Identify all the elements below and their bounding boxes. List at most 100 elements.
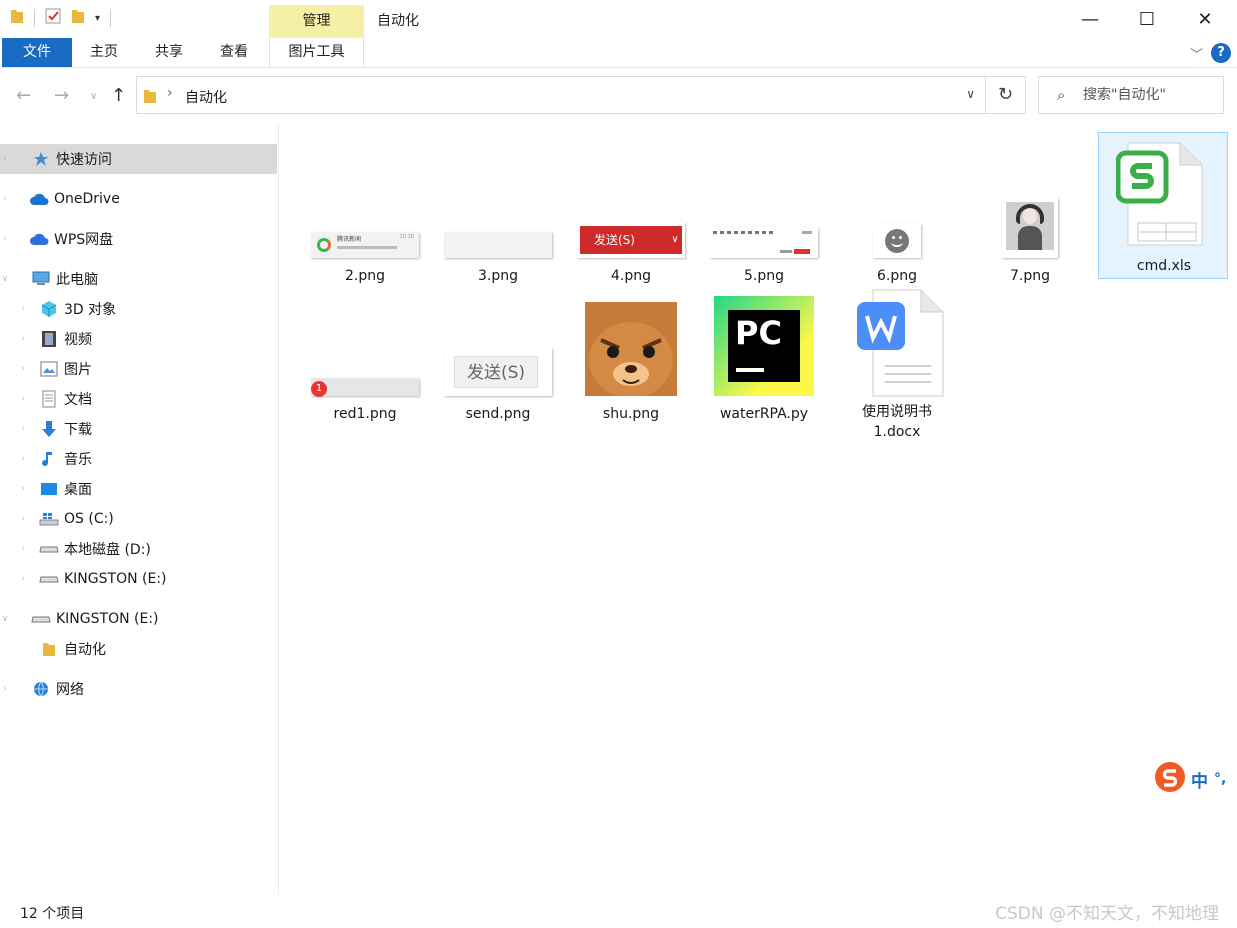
expand-ribbon-icon[interactable]: ﹀ — [1190, 44, 1203, 63]
drive-icon — [38, 540, 60, 558]
tab-view[interactable]: 查看 — [208, 38, 260, 67]
ime-indicator[interactable]: 中 °, — [1150, 761, 1237, 797]
new-folder-icon[interactable] — [71, 8, 85, 28]
forward-button[interactable]: → — [54, 85, 69, 106]
drive-icon — [38, 570, 60, 588]
sidebar-item-pictures[interactable]: › 图片 — [0, 354, 277, 384]
back-button[interactable]: ← — [16, 85, 31, 106]
file-item[interactable]: PC waterRPA.py — [699, 288, 829, 443]
sidebar-item-kingston-e-pc[interactable]: › KINGSTON (E:) — [0, 564, 277, 594]
sidebar-item-3d-objects[interactable]: › 3D 对象 — [0, 294, 277, 324]
address-bar[interactable]: › 自动化 ∨ — [136, 76, 986, 114]
star-icon — [30, 150, 52, 168]
file-item[interactable]: 3.png — [433, 133, 563, 288]
thumb-caption: PC — [735, 314, 782, 352]
sidebar-item-kingston-e[interactable]: ∨ KINGSTON (E:) — [0, 604, 277, 634]
image-thumbnail — [832, 193, 962, 258]
search-box[interactable]: ⌕ — [1038, 76, 1224, 114]
expand-chevron-icon[interactable]: › — [18, 424, 28, 434]
expand-chevron-icon[interactable]: › — [18, 364, 28, 374]
sidebar-item-videos[interactable]: › 视频 — [0, 324, 277, 354]
expand-chevron-icon[interactable]: › — [0, 684, 10, 694]
document-icon — [38, 390, 60, 408]
sidebar-item-local-disk-d[interactable]: › 本地磁盘 (D:) — [0, 534, 277, 564]
sidebar-item-automation-folder[interactable]: 自动化 — [0, 634, 277, 664]
tab-picture-tools[interactable]: 图片工具 — [269, 38, 364, 67]
spreadsheet-file-icon — [1099, 139, 1229, 251]
desktop-icon — [38, 480, 60, 498]
search-input[interactable] — [1083, 85, 1219, 105]
expand-chevron-icon[interactable]: › — [18, 484, 28, 494]
close-icon: ✕ — [1197, 8, 1213, 30]
manage-context-tab[interactable]: 管理 — [269, 5, 364, 38]
sidebar-item-label: 文档 — [64, 392, 92, 408]
file-item[interactable]: cmd.xls — [1098, 132, 1228, 279]
up-button[interactable]: ↑ — [111, 85, 126, 106]
status-bar: 12 个项目 CSDN @不知天文，不知地理 — [0, 895, 1237, 928]
sidebar-item-wps-drive[interactable]: › WPS网盘 — [0, 224, 277, 254]
expand-chevron-icon[interactable]: › — [18, 574, 28, 584]
maximize-button[interactable]: ☐ — [1115, 0, 1179, 38]
sidebar-item-quick-access[interactable]: › 快速访问 — [0, 144, 277, 174]
sidebar-item-onedrive[interactable]: › OneDrive — [0, 184, 277, 214]
image-thumbnail: 1 — [300, 328, 430, 397]
breadcrumb-chevron-icon[interactable]: › — [167, 85, 173, 101]
film-icon — [38, 330, 60, 348]
image-thumbnail — [433, 193, 563, 258]
file-item[interactable]: 腾讯新闻 10:16 2.png — [300, 133, 430, 288]
image-thumbnail: 发送(S) — [433, 328, 563, 396]
tab-share[interactable]: 共享 — [143, 38, 195, 67]
music-icon — [38, 450, 60, 468]
word-file-icon — [832, 288, 962, 398]
file-item[interactable]: 1 red1.png — [300, 288, 430, 443]
file-name: 使用说明书 1.docx — [862, 404, 932, 440]
file-item[interactable]: 6.png — [832, 133, 962, 288]
file-name: 4.png — [610, 268, 651, 284]
sidebar-item-label: KINGSTON (E:) — [64, 571, 167, 587]
image-thumbnail — [965, 183, 1095, 258]
sidebar-item-desktop[interactable]: › 桌面 — [0, 474, 277, 504]
file-item[interactable]: 使用说明书 1.docx — [832, 288, 962, 443]
expand-chevron-icon[interactable]: › — [18, 334, 28, 344]
sidebar-item-music[interactable]: › 音乐 — [0, 444, 277, 474]
address-dropdown-icon[interactable]: ∨ — [966, 87, 975, 101]
title-bar: ▾ 管理 自动化 — ☐ ✕ — [0, 0, 1237, 38]
expand-chevron-icon[interactable]: ∨ — [0, 274, 10, 284]
minimize-button[interactable]: — — [1058, 0, 1122, 38]
file-item[interactable]: 5.png — [699, 133, 829, 288]
expand-chevron-icon[interactable]: ∨ — [0, 614, 10, 624]
file-item[interactable]: shu.png — [566, 288, 696, 443]
tab-file[interactable]: 文件 — [2, 38, 72, 67]
expand-chevron-icon[interactable]: › — [18, 394, 28, 404]
help-icon[interactable]: ? — [1211, 43, 1231, 63]
expand-chevron-icon[interactable]: › — [18, 544, 28, 554]
file-item[interactable]: 发送(S) ∨ 4.png — [566, 133, 696, 288]
close-button[interactable]: ✕ — [1173, 0, 1237, 38]
sidebar-item-label: 桌面 — [64, 482, 92, 498]
expand-chevron-icon[interactable]: › — [18, 304, 28, 314]
recent-locations-button[interactable]: ∨ — [90, 91, 97, 102]
sidebar-item-downloads[interactable]: › 下载 — [0, 414, 277, 444]
properties-icon[interactable] — [45, 8, 61, 28]
expand-chevron-icon[interactable]: › — [0, 194, 10, 204]
refresh-button[interactable]: ↻ — [986, 76, 1026, 114]
tab-home[interactable]: 主页 — [78, 38, 130, 67]
expand-chevron-icon[interactable]: › — [0, 234, 10, 244]
sidebar-item-documents[interactable]: › 文档 — [0, 384, 277, 414]
file-name: 3.png — [477, 268, 518, 284]
customize-toolbar-icon[interactable]: ▾ — [95, 13, 100, 24]
sidebar-item-os-c[interactable]: › OS (C:) — [0, 504, 277, 534]
file-item[interactable]: 7.png — [965, 133, 1095, 288]
expand-chevron-icon[interactable]: › — [18, 454, 28, 464]
sidebar-item-this-pc[interactable]: ∨ 此电脑 — [0, 264, 277, 294]
ime-mode: 中 — [1191, 771, 1208, 792]
thumb-caption: 腾讯新闻 — [337, 236, 362, 243]
refresh-icon: ↻ — [997, 84, 1014, 105]
breadcrumb[interactable]: 自动化 — [185, 87, 227, 107]
file-item[interactable]: 发送(S) send.png — [433, 288, 563, 443]
expand-chevron-icon[interactable]: › — [18, 514, 28, 524]
image-thumbnail — [699, 193, 829, 258]
expand-chevron-icon[interactable]: › — [0, 154, 10, 164]
sidebar-item-network[interactable]: › 网络 — [0, 674, 277, 704]
network-icon — [30, 680, 52, 698]
